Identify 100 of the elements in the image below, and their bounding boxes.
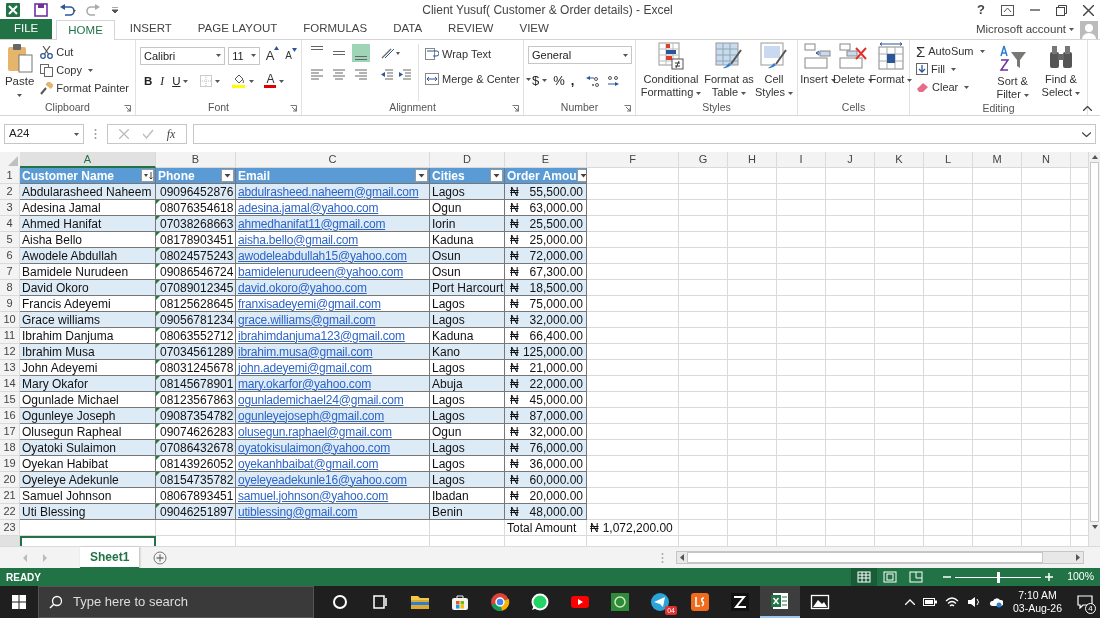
customize-toolbar-icon[interactable]	[112, 7, 118, 13]
empty-cell[interactable]	[679, 232, 728, 248]
expand-icon[interactable]	[1082, 131, 1091, 137]
row-number[interactable]: 5	[0, 232, 20, 248]
empty-cell[interactable]	[826, 504, 875, 520]
currency-button[interactable]: $	[532, 71, 548, 91]
empty-cell[interactable]	[875, 232, 924, 248]
empty-cell[interactable]	[924, 168, 973, 184]
email-link[interactable]: olusegun.raphael@gmail.com	[236, 424, 430, 440]
cloud-icon[interactable]	[988, 596, 1003, 608]
email-link[interactable]: awodeleabdullah15@yahoo.com	[236, 248, 430, 264]
empty-cell[interactable]	[679, 456, 728, 472]
empty-cell[interactable]	[826, 424, 875, 440]
clear-button[interactable]: Clear	[914, 78, 987, 96]
empty-cell[interactable]	[1022, 424, 1071, 440]
empty-cell[interactable]	[924, 456, 973, 472]
fill-color-button[interactable]	[232, 74, 255, 89]
empty-cell[interactable]	[1022, 456, 1071, 472]
column-letter[interactable]: J	[826, 152, 875, 168]
empty-cell[interactable]	[728, 312, 777, 328]
empty-cell[interactable]	[875, 296, 924, 312]
borders-button[interactable]	[200, 75, 221, 88]
filter-dropdown-icon[interactable]	[415, 169, 428, 182]
row-number[interactable]: 21	[0, 488, 20, 504]
delete-cells-button[interactable]: Delete	[836, 40, 870, 100]
find-select-button[interactable]: Find & Select	[1038, 42, 1083, 102]
empty-cell[interactable]	[777, 344, 826, 360]
font-name-dropdown[interactable]: Calibri	[140, 46, 226, 65]
email-link[interactable]: oyekanhbaibat@gmail.com	[236, 456, 430, 472]
file-tab[interactable]: FILE	[0, 19, 53, 39]
empty-cell[interactable]	[875, 408, 924, 424]
comma-button[interactable]: ,	[570, 71, 575, 91]
empty-cell[interactable]	[679, 408, 728, 424]
number-format-dropdown[interactable]: General	[528, 46, 632, 64]
view-button[interactable]	[851, 568, 878, 586]
merge-center-button[interactable]: Merge & Center	[423, 69, 533, 89]
row-number[interactable]: 8	[0, 280, 20, 296]
empty-cell[interactable]	[777, 168, 826, 184]
insert-cells-button[interactable]: Insert	[802, 40, 834, 100]
empty-cell[interactable]	[1022, 376, 1071, 392]
empty-cell[interactable]	[1022, 328, 1071, 344]
empty-cell[interactable]	[777, 232, 826, 248]
empty-cell[interactable]	[1022, 232, 1071, 248]
column-letter[interactable]: M	[973, 152, 1022, 168]
app-icon[interactable]	[610, 592, 630, 612]
empty-cell[interactable]	[777, 408, 826, 424]
underline-button[interactable]: U	[172, 72, 189, 90]
empty-cell[interactable]	[777, 312, 826, 328]
autosum-button[interactable]: Σ AutoSum	[914, 42, 987, 60]
empty-cell[interactable]	[826, 456, 875, 472]
column-letter[interactable]: N	[1022, 152, 1071, 168]
ribbon-tab[interactable]: PAGE LAYOUT	[186, 19, 289, 39]
column-letter[interactable]: L	[924, 152, 973, 168]
row-number[interactable]: 15	[0, 392, 20, 408]
empty-cell[interactable]	[1022, 408, 1071, 424]
email-link[interactable]: grace.williams@gmail.com	[236, 312, 430, 328]
empty-cell[interactable]	[924, 296, 973, 312]
empty-cell[interactable]	[728, 408, 777, 424]
notification-icon[interactable]	[1077, 595, 1093, 609]
email-link[interactable]: adesina.jamal@yahoo.com	[236, 200, 430, 216]
empty-cell[interactable]	[924, 280, 973, 296]
orientation-icon[interactable]	[380, 47, 400, 59]
empty-cell[interactable]	[973, 520, 1022, 536]
email-link[interactable]: david.okoro@yahoo.com	[236, 280, 430, 296]
empty-cell[interactable]	[973, 456, 1022, 472]
empty-cell[interactable]	[924, 488, 973, 504]
empty-cell[interactable]	[973, 504, 1022, 520]
select-all-icon[interactable]	[0, 152, 20, 168]
empty-cell[interactable]	[1022, 440, 1071, 456]
chevron-up-icon[interactable]	[904, 599, 915, 605]
empty-cell[interactable]	[777, 456, 826, 472]
cell-styles-button[interactable]: Cell Styles	[756, 40, 792, 100]
empty-cell[interactable]	[924, 504, 973, 520]
empty-cell[interactable]	[679, 328, 728, 344]
empty-cell[interactable]	[875, 472, 924, 488]
horizontal-scrollbar[interactable]	[676, 551, 1084, 564]
empty-cell[interactable]	[826, 264, 875, 280]
row-number[interactable]: 17	[0, 424, 20, 440]
empty-cell[interactable]	[679, 472, 728, 488]
empty-cell[interactable]	[875, 280, 924, 296]
empty-cell[interactable]	[679, 392, 728, 408]
chat-bubble-icon[interactable]	[530, 592, 550, 612]
empty-cell[interactable]	[924, 312, 973, 328]
row-number[interactable]: 1	[0, 168, 20, 184]
undo-icon[interactable]	[60, 4, 76, 16]
email-link[interactable]: mary.okarfor@yahoo.com	[236, 376, 430, 392]
vertical-align-button[interactable]	[352, 44, 370, 62]
empty-cell[interactable]	[924, 216, 973, 232]
account-button[interactable]: Microsoft account	[975, 19, 1074, 40]
ribbon-tab[interactable]: VIEW	[508, 19, 560, 39]
row-number[interactable]: 18	[0, 440, 20, 456]
ribbon-tab[interactable]: HOME	[56, 20, 115, 40]
empty-cell[interactable]	[777, 264, 826, 280]
empty-cell[interactable]	[728, 488, 777, 504]
empty-cell[interactable]	[1022, 168, 1071, 184]
empty-cell[interactable]	[973, 376, 1022, 392]
empty-cell[interactable]	[973, 408, 1022, 424]
increase-decimal-icon[interactable]	[586, 74, 601, 87]
empty-cell[interactable]	[728, 200, 777, 216]
empty-cell[interactable]	[728, 440, 777, 456]
